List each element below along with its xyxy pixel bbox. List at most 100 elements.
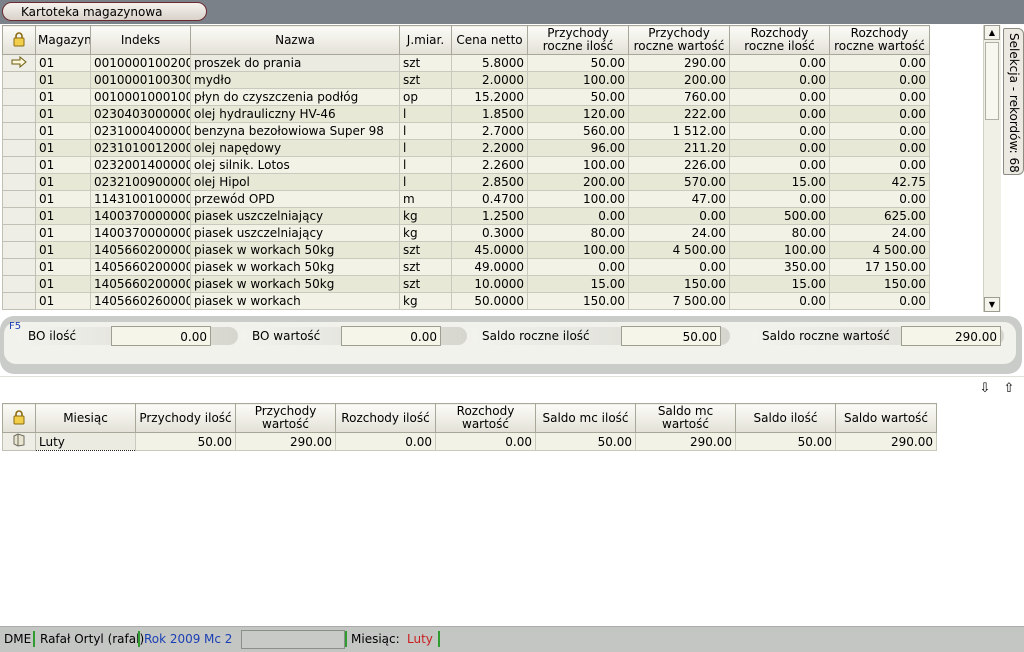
- table-cell[interactable]: 50.00: [135, 432, 236, 451]
- table-cell[interactable]: 0.00: [729, 105, 830, 123]
- table-cell[interactable]: benzyna bezołowiowa Super 98: [190, 122, 400, 140]
- table-cell[interactable]: 01: [35, 241, 91, 259]
- table-cell[interactable]: Luty: [35, 432, 136, 451]
- table-row[interactable]: 01 0010000100300 mydło szt 2.0000 100.00 200.0…: [2, 71, 930, 89]
- arrow-up-icon[interactable]: ⇧: [1002, 382, 1016, 396]
- table-cell[interactable]: 1143100100000: [90, 190, 191, 208]
- col-header-jmiar[interactable]: J.miar.: [399, 25, 452, 55]
- table-cell[interactable]: kg: [399, 292, 452, 310]
- table-row[interactable]: 01 1405660260000 piasek w workach kg 50.0000…: [2, 292, 930, 310]
- row-header[interactable]: [2, 173, 36, 191]
- window-title-tab[interactable]: Kartoteka magazynowa: [2, 2, 207, 21]
- row-header[interactable]: [2, 71, 36, 89]
- table-cell[interactable]: 0.00: [729, 139, 830, 157]
- table-cell[interactable]: l: [399, 139, 452, 157]
- row-header[interactable]: [2, 258, 36, 276]
- table-cell[interactable]: 5.8000: [451, 54, 528, 72]
- table-cell[interactable]: 0232100900000: [90, 173, 191, 191]
- table-cell[interactable]: 625.00: [829, 207, 930, 225]
- table-cell[interactable]: 0.00: [829, 105, 930, 123]
- col-header-indeks[interactable]: Indeks: [90, 25, 191, 55]
- table-cell[interactable]: 150.00: [527, 292, 629, 310]
- table-cell[interactable]: przewód OPD: [190, 190, 400, 208]
- table-cell[interactable]: 200.00: [527, 173, 629, 191]
- table-cell[interactable]: 0.00: [729, 71, 830, 89]
- table-cell[interactable]: 500.00: [729, 207, 830, 225]
- row-header[interactable]: [2, 241, 36, 259]
- row-header[interactable]: [2, 88, 36, 106]
- table-row[interactable]: 01 1405660200000 piasek w workach 50kg szt 4…: [2, 241, 930, 259]
- table-cell[interactable]: 15.00: [729, 173, 830, 191]
- table-cell[interactable]: szt: [399, 258, 452, 276]
- table-cell[interactable]: 45.0000: [451, 241, 528, 259]
- table-cell[interactable]: 0.00: [829, 292, 930, 310]
- lock-header-cell[interactable]: [2, 25, 36, 55]
- table-cell[interactable]: 0.3000: [451, 224, 528, 242]
- table-cell[interactable]: 0230403000000: [90, 105, 191, 123]
- table-cell[interactable]: szt: [399, 275, 452, 293]
- table-cell[interactable]: 15.00: [729, 275, 830, 293]
- table-cell[interactable]: 0.00: [335, 432, 436, 451]
- table-cell[interactable]: 2.7000: [451, 122, 528, 140]
- row-header[interactable]: [2, 54, 36, 72]
- table-cell[interactable]: 50.00: [735, 432, 836, 451]
- vertical-scrollbar[interactable]: ▲ ▼: [983, 25, 1001, 312]
- arrow-down-icon[interactable]: ⇩: [978, 382, 992, 396]
- table-cell[interactable]: 100.00: [527, 156, 629, 174]
- table-row[interactable]: 01 0010001000100 płyn do czyszczenia podłó…: [2, 88, 930, 106]
- table-cell[interactable]: 226.00: [628, 156, 730, 174]
- table-cell[interactable]: 0.00: [729, 156, 830, 174]
- table-cell[interactable]: 0.00: [829, 54, 930, 72]
- table-cell[interactable]: 50.0000: [451, 292, 528, 310]
- table-cell[interactable]: 0231010012000: [90, 139, 191, 157]
- table-cell[interactable]: 01: [35, 156, 91, 174]
- table-cell[interactable]: op: [399, 88, 452, 106]
- table-cell[interactable]: piasek uszczelniający: [190, 224, 400, 242]
- table-cell[interactable]: olej Hipol: [190, 173, 400, 191]
- table-cell[interactable]: 570.00: [628, 173, 730, 191]
- table-cell[interactable]: 0010000100200: [90, 54, 191, 72]
- table-cell[interactable]: 1405660200000: [90, 241, 191, 259]
- table-cell[interactable]: 0010000100300: [90, 71, 191, 89]
- row-header[interactable]: [2, 292, 36, 310]
- table-row[interactable]: Luty 50.00 290.00 0.00 0.00 50.00 290.00 50.00 2…: [2, 432, 937, 451]
- scroll-down-button[interactable]: ▼: [984, 297, 1000, 312]
- table-cell[interactable]: 0.00: [729, 54, 830, 72]
- table-cell[interactable]: 24.00: [628, 224, 730, 242]
- table-cell[interactable]: 0010001000100: [90, 88, 191, 106]
- col-header-saldo-mc-wartosc[interactable]: Saldo mc wartość: [635, 403, 736, 433]
- table-row[interactable]: 01 0232001400000 olej silnik. Lotos l 2.2600…: [2, 156, 930, 174]
- table-cell[interactable]: 4 500.00: [628, 241, 730, 259]
- table-cell[interactable]: 50.00: [527, 54, 629, 72]
- table-cell[interactable]: 01: [35, 258, 91, 276]
- row-header[interactable]: [2, 275, 36, 293]
- table-cell[interactable]: 01: [35, 190, 91, 208]
- table-cell[interactable]: 2.0000: [451, 71, 528, 89]
- table-cell[interactable]: 0.4700: [451, 190, 528, 208]
- table-cell[interactable]: 100.00: [729, 241, 830, 259]
- table-cell[interactable]: 1 512.00: [628, 122, 730, 140]
- table-cell[interactable]: 01: [35, 139, 91, 157]
- col-header-saldo-wartosc[interactable]: Saldo wartość: [835, 403, 937, 433]
- table-cell[interactable]: 290.00: [235, 432, 336, 451]
- table-cell[interactable]: 1.8500: [451, 105, 528, 123]
- table-cell[interactable]: 0.00: [628, 258, 730, 276]
- table-cell[interactable]: 150.00: [829, 275, 930, 293]
- table-cell[interactable]: 0231000400000: [90, 122, 191, 140]
- table-row[interactable]: 01 1405660200000 piasek w workach 50kg szt 1…: [2, 275, 930, 293]
- table-cell[interactable]: 15.2000: [451, 88, 528, 106]
- col-header-magazyn[interactable]: Magazyn: [35, 25, 91, 55]
- table-cell[interactable]: 1400370000000: [90, 207, 191, 225]
- table-cell[interactable]: proszek do prania: [190, 54, 400, 72]
- table-cell[interactable]: 80.00: [729, 224, 830, 242]
- table-cell[interactable]: 100.00: [527, 190, 629, 208]
- table-cell[interactable]: 350.00: [729, 258, 830, 276]
- row-header[interactable]: [2, 224, 36, 242]
- col-header-saldo-mc-ilosc[interactable]: Saldo mc ilość: [535, 403, 636, 433]
- col-header-przych-ilosc[interactable]: Przychody roczne ilość: [527, 25, 629, 55]
- table-cell[interactable]: 290.00: [635, 432, 736, 451]
- col-header-miesiac[interactable]: Miesiąc: [35, 403, 136, 433]
- table-cell[interactable]: 100.00: [527, 71, 629, 89]
- table-cell[interactable]: 01: [35, 88, 91, 106]
- col-header-przych-ilosc-mc[interactable]: Przychody ilość: [135, 403, 236, 433]
